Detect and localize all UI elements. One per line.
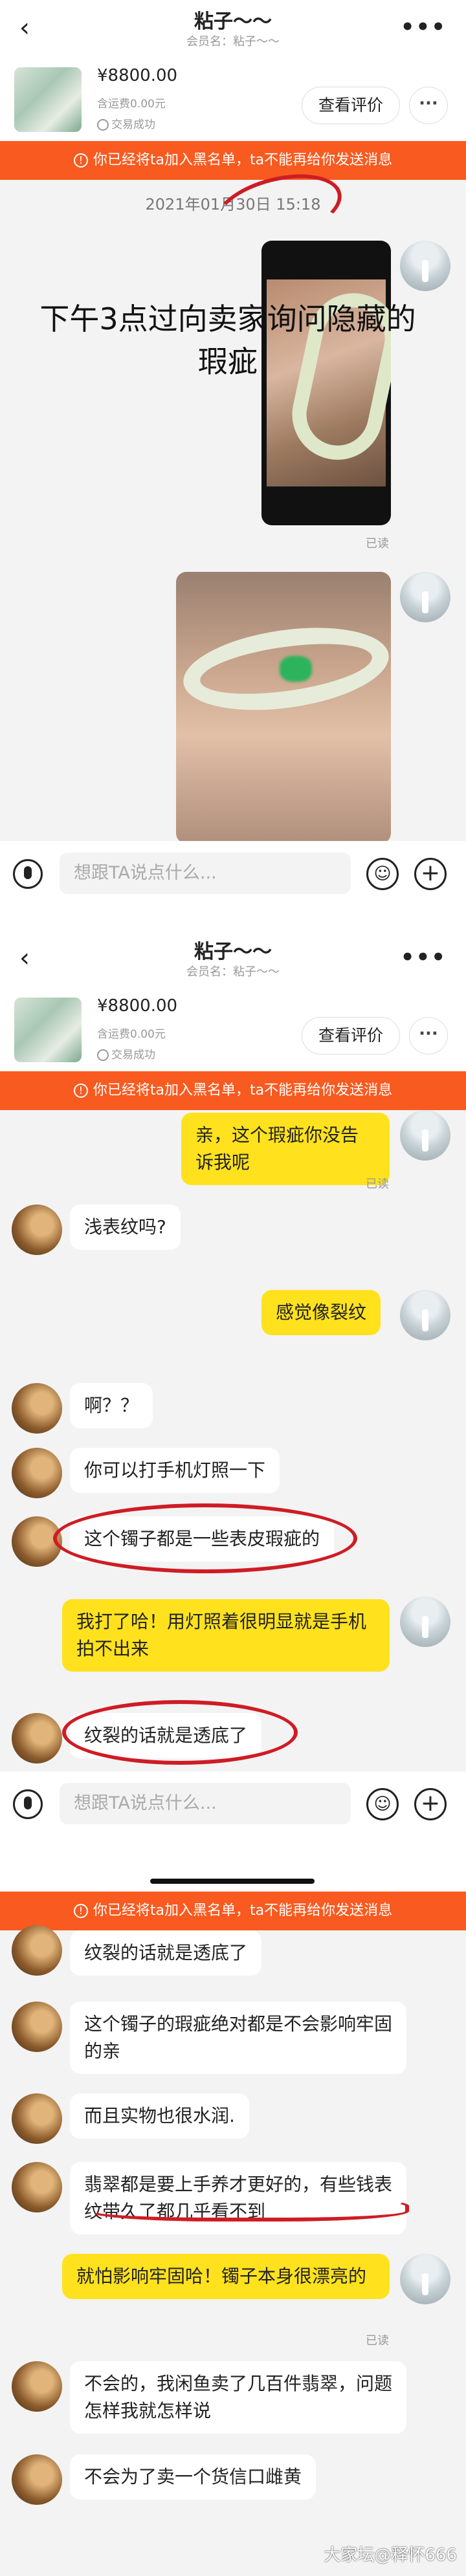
seller-message: 纹裂的话就是透底了 [70, 1930, 262, 1976]
product-more-button[interactable]: ··· [409, 87, 448, 124]
chat-screenshot-3: ! 你已经将ta加入黑名单，ta不能再给你发送消息 纹裂的话就是透底了 这个镯子的… [0, 1892, 466, 2576]
product-card[interactable]: ¥8800.00 含运费0.00元 交易成功 查看评价 ··· [0, 58, 466, 141]
red-underline-annotation [88, 2196, 409, 2221]
seller-avatar[interactable] [12, 1448, 62, 1498]
chat-image-2[interactable] [176, 572, 391, 844]
microphone-icon[interactable] [13, 859, 43, 889]
my-avatar[interactable] [400, 1597, 450, 1647]
seller-avatar[interactable] [12, 1383, 62, 1434]
my-avatar[interactable] [400, 241, 450, 291]
more-options-icon[interactable]: ••• [401, 944, 447, 970]
green-patch [280, 656, 312, 682]
product-thumbnail[interactable] [14, 998, 82, 1062]
view-review-button[interactable]: 查看评价 [302, 1017, 400, 1054]
home-indicator [150, 1879, 315, 1884]
check-icon [97, 119, 109, 131]
product-card[interactable]: ¥8800.00 含运费0.00元 交易成功 查看评价 ··· [0, 988, 466, 1071]
read-status: 已读 [366, 1177, 389, 1191]
my-avatar[interactable] [400, 2254, 450, 2304]
seller-avatar[interactable] [12, 2093, 62, 2144]
seller-avatar[interactable] [12, 2361, 62, 2412]
seller-message: 浅表纹吗? [70, 1205, 181, 1250]
my-message: 我打了哈！用灯照着很明显就是手机拍不出来 [62, 1599, 390, 1672]
seller-avatar[interactable] [12, 2162, 62, 2212]
input-bar: 想跟TA说点什么... ☺ + [0, 1771, 466, 1836]
member-name: 会员名：粘子～～ [186, 35, 280, 49]
seller-avatar[interactable] [12, 2002, 62, 2052]
deal-status: 交易成功 [97, 1045, 155, 1062]
warning-icon: ! [73, 1084, 88, 1098]
blacklist-banner: ! 你已经将ta加入黑名单，ta不能再给你发送消息 [0, 141, 466, 180]
red-annotation-circle [53, 1503, 357, 1573]
chat-title: 粘子～～ [194, 941, 272, 963]
shipping-info: 含运费0.00元 [97, 98, 166, 111]
plus-icon[interactable]: + [414, 1788, 447, 1820]
seller-avatar[interactable] [12, 2454, 62, 2505]
chat-screenshot-2: ‹ 粘子～～ 会员名：粘子～～ ••• ¥8800.00 含运费0.00元 交易… [0, 930, 466, 1836]
product-more-button[interactable]: ··· [409, 1017, 448, 1054]
warning-icon: ! [73, 1904, 88, 1918]
product-thumbnail[interactable] [14, 67, 82, 132]
seller-avatar[interactable] [12, 1925, 62, 1976]
my-message: 感觉像裂纹 [261, 1290, 381, 1335]
my-avatar[interactable] [400, 572, 450, 622]
read-status: 已读 [366, 2334, 389, 2348]
red-annotation-circle [62, 1700, 298, 1765]
warning-icon: ! [73, 153, 88, 168]
chat-screenshot-1: ‹ 粘子～～ 会员名：粘子～～ ••• ¥8800.00 含运费0.00元 交易… [0, 0, 466, 906]
product-price: ¥8800.00 [97, 66, 178, 85]
seller-message: 而且实物也很水润. [70, 2093, 249, 2139]
blacklist-banner: ! 你已经将ta加入黑名单，ta不能再给你发送消息 [0, 1892, 466, 1930]
blacklist-banner: ! 你已经将ta加入黑名单，ta不能再给你发送消息 [0, 1071, 466, 1110]
view-review-button[interactable]: 查看评价 [302, 87, 400, 124]
forum-watermark: 大家坛@释怀666 [324, 2546, 457, 2565]
top-bar: ‹ 粘子～～ 会员名：粘子～～ ••• [0, 930, 466, 988]
plus-icon[interactable]: + [414, 858, 447, 890]
shipping-info: 含运费0.00元 [97, 1028, 166, 1041]
message-input[interactable]: 想跟TA说点什么... [60, 853, 351, 894]
emoji-icon[interactable]: ☺ [366, 858, 399, 890]
separator [0, 1836, 466, 1892]
seller-message: 你可以打手机灯照一下 [70, 1448, 280, 1493]
separator [0, 906, 466, 930]
emoji-icon[interactable]: ☺ [366, 1788, 399, 1820]
seller-avatar[interactable] [12, 1713, 62, 1763]
annotation-text: 下午3点过向卖家询问隐藏的瑕疵 [39, 301, 416, 379]
chat-image-1[interactable] [261, 241, 391, 525]
message-input[interactable]: 想跟TA说点什么... [60, 1783, 351, 1824]
my-message: 就怕影响牢固哈！镯子本身很漂亮的 [62, 2254, 390, 2299]
read-status: 已读 [366, 537, 389, 551]
my-message: 亲，这个瑕疵你没告诉我呢 [181, 1113, 390, 1185]
product-price: ¥8800.00 [97, 996, 178, 1016]
seller-message: 不会为了卖一个货信口雌黄 [70, 2454, 316, 2500]
input-bar: 想跟TA说点什么... ☺ + [0, 841, 466, 906]
member-name: 会员名：粘子～～ [186, 965, 280, 979]
my-avatar[interactable] [400, 1110, 450, 1161]
seller-message: 不会的，我闲鱼卖了几百件翡翠，问题怎样我就怎样说 [70, 2361, 406, 2434]
seller-avatar[interactable] [12, 1205, 62, 1255]
seller-message: 这个镯子的瑕疵绝对都是不会影响牢固的亲 [70, 2002, 406, 2074]
top-bar: ‹ 粘子～～ 会员名：粘子～～ ••• [0, 0, 466, 58]
check-icon [97, 1049, 109, 1061]
deal-status: 交易成功 [97, 115, 155, 131]
more-options-icon[interactable]: ••• [401, 14, 447, 40]
chat-title: 粘子～～ [194, 10, 272, 33]
my-avatar[interactable] [400, 1290, 450, 1340]
seller-message: 啊？？ [70, 1383, 153, 1428]
microphone-icon[interactable] [13, 1789, 43, 1819]
